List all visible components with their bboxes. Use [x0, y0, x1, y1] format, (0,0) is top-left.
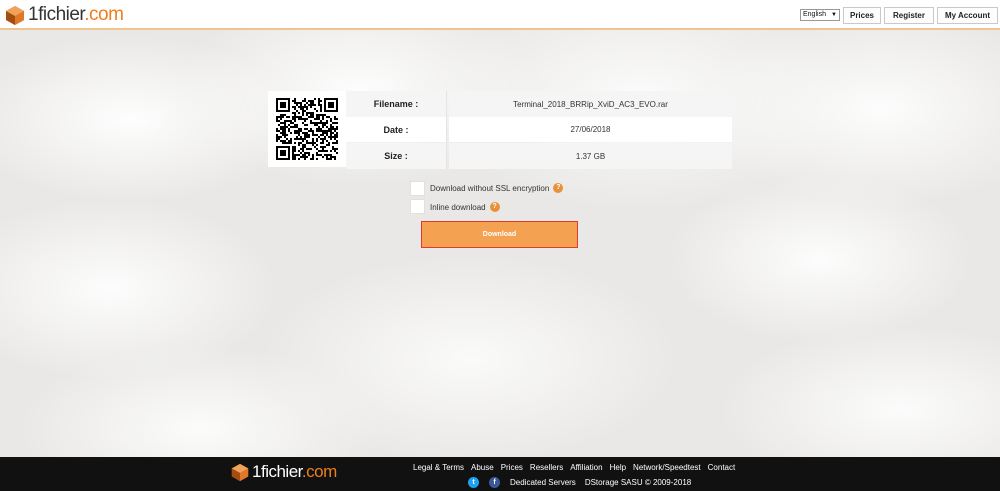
nav-prices-button[interactable]: Prices: [843, 7, 881, 24]
date-label: Date :: [346, 117, 447, 142]
filename-row: Filename : Terminal_2018_BRRip_XviD_AC3_…: [346, 91, 732, 117]
logo-box-icon: [6, 6, 24, 25]
download-button[interactable]: Download: [421, 221, 578, 248]
filename-value: Terminal_2018_BRRip_XviD_AC3_EVO.rar: [449, 91, 732, 117]
footer-link-contact[interactable]: Contact: [708, 463, 736, 472]
footer-link-prices[interactable]: Prices: [501, 463, 523, 472]
inline-download-checkbox[interactable]: [410, 199, 425, 214]
no-ssl-option: Download without SSL encryption ?: [430, 183, 564, 193]
no-ssl-label: Download without SSL encryption: [430, 183, 550, 193]
date-value: 27/06/2018: [449, 117, 732, 142]
twitter-icon[interactable]: t: [468, 477, 479, 488]
logo-box-icon: [231, 463, 249, 482]
footer-row-2: t f Dedicated Servers DStorage SASU © 20…: [468, 477, 691, 488]
footer-logo[interactable]: 1fichier.com: [230, 462, 337, 482]
date-row: Date : 27/06/2018: [346, 117, 732, 142]
top-header: 1fichier.com English ▼ Prices Register My…: [0, 0, 1000, 30]
no-ssl-checkbox[interactable]: [410, 181, 425, 196]
logo-text: 1fichier.com: [28, 4, 124, 25]
footer-link-abuse[interactable]: Abuse: [471, 463, 494, 472]
site-logo[interactable]: 1fichier.com: [4, 4, 124, 26]
facebook-icon[interactable]: f: [489, 477, 500, 488]
footer-link-affiliation[interactable]: Affiliation: [570, 463, 602, 472]
help-icon[interactable]: ?: [553, 183, 564, 193]
footer-logo-text: 1fichier.com: [252, 462, 337, 481]
footer-link-help[interactable]: Help: [610, 463, 626, 472]
footer-link-resellers[interactable]: Resellers: [530, 463, 563, 472]
footer-link-network[interactable]: Network/Speedtest: [633, 463, 701, 472]
footer: 1fichier.com Legal & Terms Abuse Prices …: [0, 457, 1000, 491]
filename-label: Filename :: [346, 91, 447, 117]
qr-code-icon: [276, 98, 338, 160]
footer-link-legal[interactable]: Legal & Terms: [413, 463, 464, 472]
footer-links: Legal & Terms Abuse Prices Resellers Aff…: [413, 463, 742, 472]
footer-copyright: DStorage SASU © 2009-2018: [584, 478, 692, 487]
size-value: 1.37 GB: [449, 143, 732, 169]
nav-my-account-button[interactable]: My Account: [937, 7, 998, 24]
help-icon[interactable]: ?: [489, 202, 500, 212]
qr-code: [268, 91, 346, 167]
footer-link-dedicated[interactable]: Dedicated Servers: [510, 478, 576, 487]
inline-download-option: Inline download ?: [430, 202, 500, 212]
chevron-down-icon: ▼: [831, 12, 837, 18]
size-label: Size :: [346, 143, 447, 169]
size-row: Size : 1.37 GB: [346, 143, 732, 169]
nav-register-button[interactable]: Register: [884, 7, 934, 24]
inline-download-label: Inline download: [430, 202, 486, 212]
language-select[interactable]: English ▼: [800, 9, 840, 21]
